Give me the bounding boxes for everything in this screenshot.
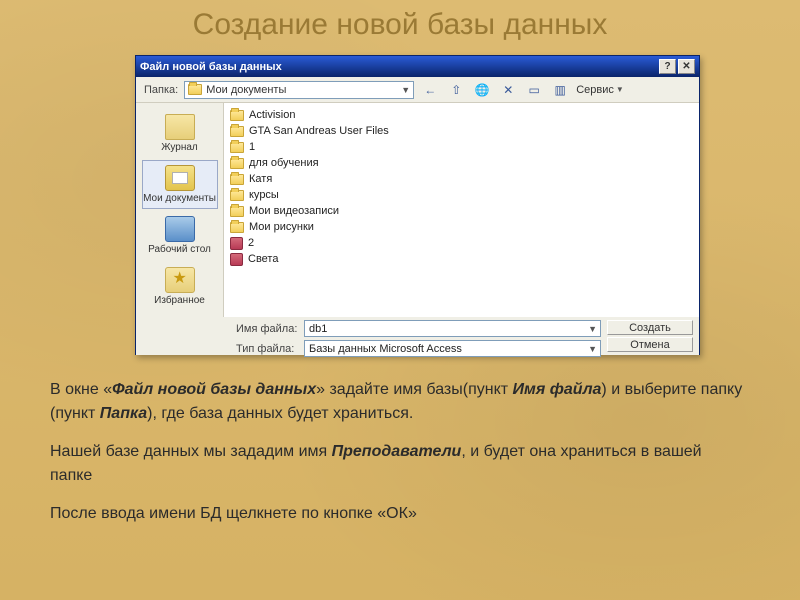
folder-icon [230, 158, 244, 169]
chevron-down-icon: ▼ [616, 85, 624, 94]
list-item[interactable]: 1 [230, 139, 693, 155]
journal-icon [165, 114, 195, 140]
delete-button[interactable]: ✕ [498, 80, 518, 100]
desktop-icon [165, 216, 195, 242]
file-name: Activision [249, 109, 295, 121]
chevron-down-icon: ▼ [588, 324, 597, 334]
filetype-label: Тип файла: [236, 343, 298, 355]
folder-icon [230, 206, 244, 217]
cancel-button[interactable]: Отмена [607, 337, 693, 352]
create-button[interactable]: Создать [607, 320, 693, 335]
list-item[interactable]: Мои видеозаписи [230, 203, 693, 219]
close-button[interactable]: ✕ [678, 59, 695, 74]
file-name: Катя [249, 173, 272, 185]
folder-icon [230, 222, 244, 233]
chevron-down-icon: ▼ [588, 344, 597, 354]
list-item[interactable]: 2 [230, 235, 693, 251]
service-dropdown[interactable]: Сервис ▼ [576, 84, 624, 96]
places-bar: Журнал Мои документы Рабочий стол Избран… [136, 103, 224, 317]
up-button[interactable]: ⇧ [446, 80, 466, 100]
slide-body-text: В окне «Файл новой базы данных» задайте … [50, 378, 744, 540]
filename-value: db1 [309, 323, 327, 335]
access-db-icon [230, 253, 243, 266]
folder-icon [230, 110, 244, 121]
file-name: 1 [249, 141, 255, 153]
back-button[interactable]: ← [420, 80, 440, 100]
file-name: для обучения [249, 157, 319, 169]
list-item[interactable]: курсы [230, 187, 693, 203]
filetype-dropdown[interactable]: Базы данных Microsoft Access ▼ [304, 340, 601, 357]
favorites-icon [165, 267, 195, 293]
dialog-body: Журнал Мои документы Рабочий стол Избран… [136, 103, 699, 317]
search-web-button[interactable]: 🌐 [472, 80, 492, 100]
place-label: Журнал [161, 142, 198, 153]
my-documents-icon [165, 165, 195, 191]
paragraph-1: В окне «Файл новой базы данных» задайте … [50, 378, 744, 426]
list-item[interactable]: Мои рисунки [230, 219, 693, 235]
list-item[interactable]: Катя [230, 171, 693, 187]
place-favorites[interactable]: Избранное [142, 262, 218, 311]
folder-icon [230, 126, 244, 137]
file-name: 2 [248, 237, 254, 249]
help-button[interactable]: ? [659, 59, 676, 74]
place-journal[interactable]: Журнал [142, 109, 218, 158]
folder-label: Папка: [144, 84, 178, 96]
place-label: Избранное [154, 295, 205, 306]
file-list[interactable]: Activision GTA San Andreas User Files 1 … [224, 103, 699, 317]
dialog-footer: Имя файла: db1 ▼ Тип файла: Базы данных … [136, 317, 699, 355]
folder-icon [230, 174, 244, 185]
list-item[interactable]: GTA San Andreas User Files [230, 123, 693, 139]
file-name: Мои рисунки [249, 221, 314, 233]
new-folder-button[interactable]: ▭ [524, 80, 544, 100]
file-name: курсы [249, 189, 279, 201]
folder-icon [230, 142, 244, 153]
chevron-down-icon: ▼ [401, 85, 410, 95]
file-name: Света [248, 253, 278, 265]
dialog-title: Файл новой базы данных [140, 61, 282, 73]
file-name: GTA San Andreas User Files [249, 125, 389, 137]
list-item[interactable]: для обучения [230, 155, 693, 171]
dialog-toolbar: Папка: Мои документы ▼ ← ⇧ 🌐 ✕ ▭ ▥ Серви… [136, 77, 699, 103]
place-label: Рабочий стол [148, 244, 211, 255]
folder-dropdown-value: Мои документы [206, 84, 286, 96]
place-my-documents[interactable]: Мои документы [142, 160, 218, 209]
place-desktop[interactable]: Рабочий стол [142, 211, 218, 260]
list-item[interactable]: Света [230, 251, 693, 267]
slide-title: Создание новой базы данных [0, 8, 800, 42]
paragraph-2: Нашей базе данных мы зададим имя Препода… [50, 440, 744, 488]
folder-icon [188, 84, 202, 95]
filename-label: Имя файла: [236, 323, 298, 335]
views-button[interactable]: ▥ [550, 80, 570, 100]
file-dialog: Файл новой базы данных ? ✕ Папка: Мои до… [135, 55, 700, 355]
file-name: Мои видеозаписи [249, 205, 339, 217]
paragraph-3: После ввода имени БД щелкнете по кнопке … [50, 502, 744, 526]
folder-dropdown[interactable]: Мои документы ▼ [184, 81, 414, 99]
list-item[interactable]: Activision [230, 107, 693, 123]
access-db-icon [230, 237, 243, 250]
filename-input[interactable]: db1 ▼ [304, 320, 601, 337]
service-label: Сервис [576, 84, 614, 96]
dialog-titlebar[interactable]: Файл новой базы данных ? ✕ [136, 56, 699, 77]
folder-icon [230, 190, 244, 201]
place-label: Мои документы [143, 193, 216, 204]
filetype-value: Базы данных Microsoft Access [309, 343, 462, 355]
